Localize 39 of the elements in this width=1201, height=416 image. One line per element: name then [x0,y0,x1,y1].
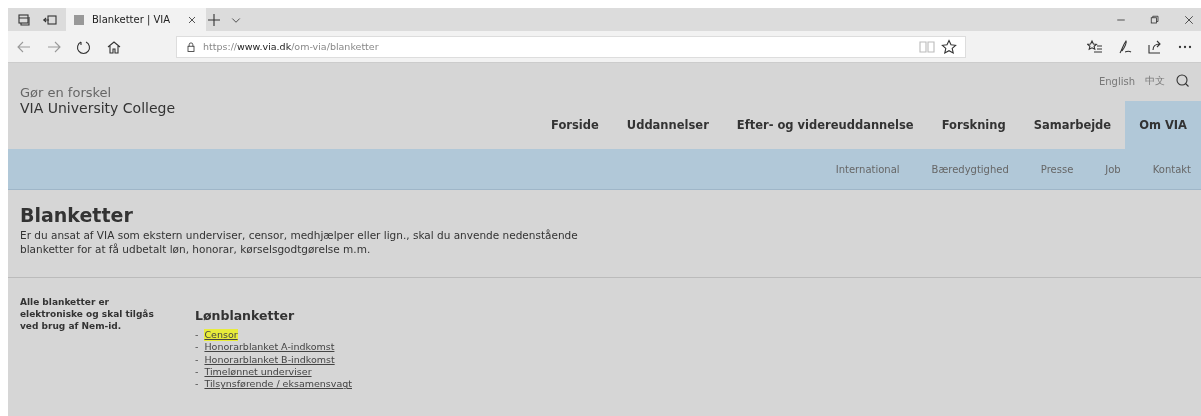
site-logo-text[interactable]: VIA University College [20,100,538,116]
section-heading: Lønblanketter [195,308,296,323]
form-link[interactable]: Honorarblanket B-indkomst [204,353,335,367]
form-link[interactable]: Censor [204,329,238,342]
site-favicon [74,14,84,25]
favorite-star-icon[interactable] [941,38,957,55]
tab-list-icon[interactable] [16,11,32,28]
list-bullet: - [195,329,199,342]
nav-item[interactable]: Uddannelser [612,101,723,149]
note-text: Alle blanketter er elektroniske og skal tilgås ved brug af Nem-id. [20,296,155,334]
subnav-link[interactable]: Kontakt [1152,163,1191,175]
nav-item[interactable]: Efter- og videreuddannelse [722,101,928,149]
form-link[interactable]: Honorarblanket A-indkomst [204,341,335,354]
list-bullet: - [195,378,199,391]
list-bullet: - [195,353,199,367]
page-title: Blanketter [20,204,134,226]
subnav-link[interactable]: Job [1105,163,1121,175]
new-tab-icon[interactable] [206,11,222,28]
tagline: Gør en forskel [20,85,113,100]
search-icon[interactable] [1175,73,1191,89]
list-bullet: - [195,366,199,379]
favorites-list-icon[interactable] [1087,38,1103,55]
subnav-link[interactable]: International [835,163,900,175]
intro-text: Er du ansat af VIA som ekstern underviser, censor, medhjælper eller lign., skal du anvende nedenstående blanketter for at få udbetalt løn, honorar, kørselsgodtgørelse m.m. [20,229,579,257]
pen-icon[interactable] [1117,38,1133,55]
form-link[interactable]: Timelønnet underviser [204,366,312,379]
restore-icon[interactable] [1149,13,1161,26]
nav-item[interactable]: Om VIA [1125,101,1201,149]
address-bar[interactable]: https://www.via.dk/om-via/blanketter [176,35,966,58]
form-link[interactable]: Tilsynsførende / eksamensvagt [204,378,352,391]
share-icon[interactable] [1147,38,1163,55]
close-window-icon[interactable] [1183,13,1195,26]
subnav-link[interactable]: Presse [1040,163,1074,175]
lock-icon[interactable] [185,40,197,53]
list-bullet: - [195,341,199,354]
nav-item[interactable]: Samarbejde [1019,101,1126,149]
nav-item[interactable]: Forskning [927,101,1020,149]
nav-item[interactable]: Forside [537,101,613,149]
browser-tab[interactable]: Blanketter | VIA [66,8,206,31]
